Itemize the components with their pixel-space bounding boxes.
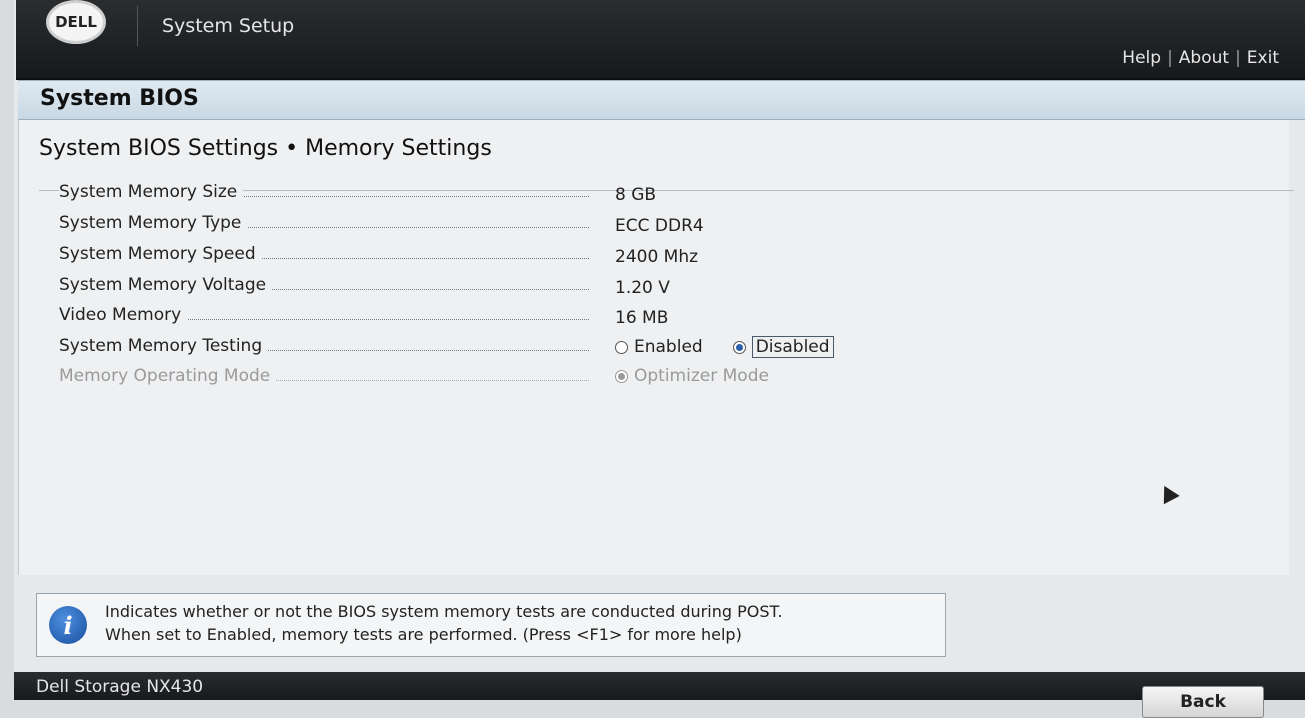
radio-label: Optimizer Mode <box>634 366 769 386</box>
row-memory-voltage: System Memory Voltage 1.20 V <box>59 275 1259 301</box>
operating-mode-radio-group: Optimizer Mode <box>615 366 799 386</box>
row-memory-speed: System Memory Speed 2400 Mhz <box>59 244 1259 270</box>
help-box: i Indicates whether or not the BIOS syst… <box>36 593 946 657</box>
row-label: System Memory Type <box>59 213 248 233</box>
row-operating-mode: Memory Operating Mode Optimizer Mode <box>59 366 1259 392</box>
section-bar: System BIOS <box>18 80 1305 120</box>
row-label: System Memory Testing <box>59 336 269 356</box>
mouse-cursor-icon <box>1156 481 1180 505</box>
exit-link[interactable]: Exit <box>1247 48 1279 68</box>
radio-off-icon <box>615 340 628 354</box>
row-value: 8 GB <box>615 185 657 205</box>
row-memory-size: System Memory Size 8 GB <box>59 182 1259 208</box>
help-text: Indicates whether or not the BIOS system… <box>105 600 782 646</box>
radio-on-icon <box>615 369 628 383</box>
row-label: System Memory Size <box>59 182 244 202</box>
dell-logo: DELL <box>46 0 106 44</box>
header-bar: DELL System Setup Help | About | Exit <box>16 0 1305 80</box>
row-video-memory: Video Memory 16 MB <box>59 305 1259 331</box>
radio-optimizer-mode: Optimizer Mode <box>615 366 769 386</box>
radio-enabled[interactable]: Enabled <box>615 337 703 357</box>
row-value: 1.20 V <box>615 278 670 298</box>
footer-bar: Dell Storage NX430 Back <box>14 672 1305 718</box>
row-value: ECC DDR4 <box>615 216 704 236</box>
row-memory-testing: System Memory Testing Enabled Disabled <box>59 336 1259 362</box>
page-title: System BIOS Settings • Memory Settings <box>39 136 492 161</box>
back-button[interactable]: Back <box>1142 686 1264 718</box>
row-memory-type: System Memory Type ECC DDR4 <box>59 213 1259 239</box>
about-link[interactable]: About <box>1179 48 1229 68</box>
help-link[interactable]: Help <box>1122 48 1161 68</box>
info-icon: i <box>49 606 87 644</box>
help-line-2: When set to Enabled, memory tests are pe… <box>105 625 742 644</box>
app-title: System Setup <box>162 15 295 37</box>
radio-disabled[interactable]: Disabled <box>732 336 834 358</box>
top-links: Help | About | Exit <box>1122 48 1279 68</box>
row-value: 16 MB <box>615 308 669 328</box>
section-title: System BIOS <box>40 86 199 111</box>
footer-model: Dell Storage NX430 <box>36 677 204 697</box>
row-label: System Memory Speed <box>59 244 262 264</box>
row-label: Memory Operating Mode <box>59 366 277 386</box>
radio-label: Enabled <box>634 337 703 357</box>
radio-on-icon <box>732 340 746 354</box>
row-label: Video Memory <box>59 305 188 325</box>
row-value: 2400 Mhz <box>615 247 699 267</box>
settings-panel: System BIOS Settings • Memory Settings S… <box>18 120 1294 575</box>
row-label: System Memory Voltage <box>59 275 273 295</box>
header-divider <box>137 6 138 46</box>
help-line-1: Indicates whether or not the BIOS system… <box>105 602 783 621</box>
radio-label: Disabled <box>751 336 834 358</box>
memory-testing-radio-group: Enabled Disabled <box>615 336 864 358</box>
